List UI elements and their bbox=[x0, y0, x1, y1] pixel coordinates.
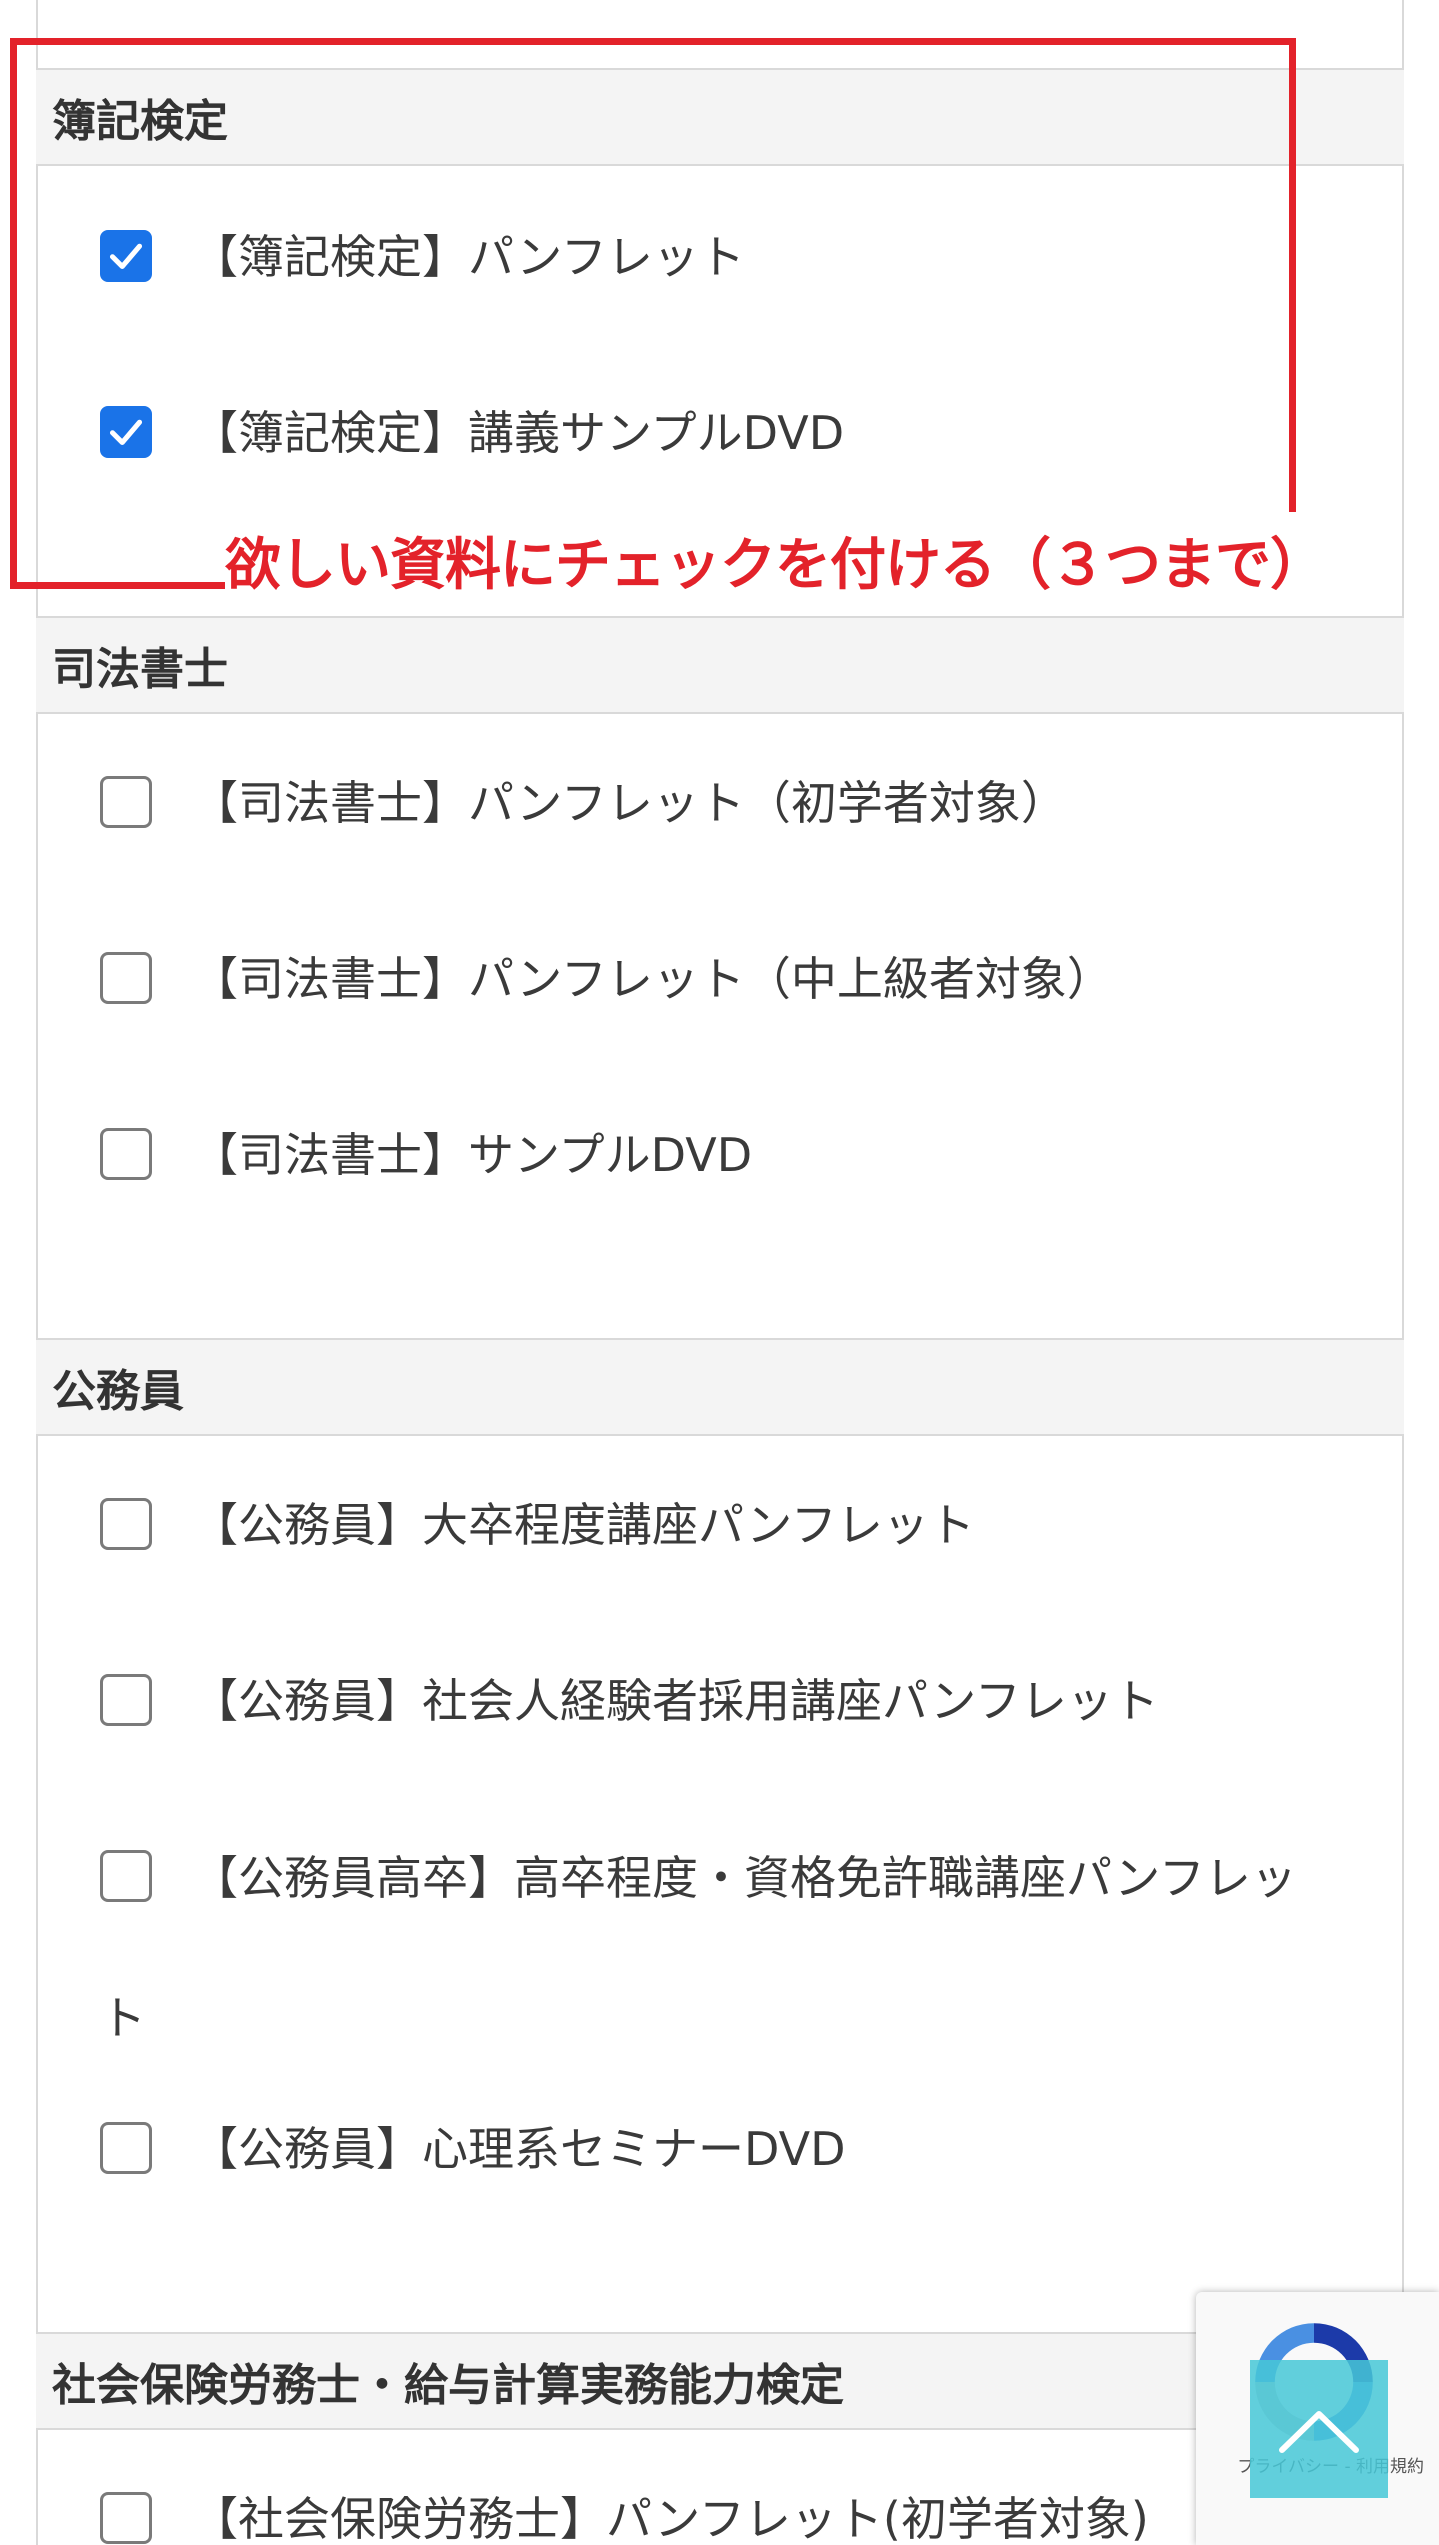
option-label: 【司法書士】サンプルDVD bbox=[192, 1128, 753, 1182]
section-title: 社会保険労務士・給与計算実務能力検定 bbox=[52, 2360, 844, 2411]
section-header-shiho: 司法書士 bbox=[36, 616, 1404, 714]
option-label: 【公務員】社会人経験者採用講座パンフレット bbox=[192, 1674, 1159, 1728]
option-label: 【公務員】大卒程度講座パンフレット bbox=[192, 1498, 975, 1552]
annotation-callout: 欲しい資料にチェックを付ける（３つまで） bbox=[225, 533, 1326, 598]
chevron-up-icon bbox=[1279, 2411, 1359, 2453]
checkbox-boki-dvd[interactable] bbox=[100, 406, 152, 458]
checkbox-komuin-experienced[interactable] bbox=[100, 1674, 152, 1726]
option-label: 【公務員】心理系セミナーDVD bbox=[192, 2122, 846, 2176]
option-label: 【社会保険労務士】パンフレット(初学者対象) bbox=[192, 2492, 1149, 2545]
section-header-komuin: 公務員 bbox=[36, 1338, 1404, 1436]
checkbox-shiho-dvd[interactable] bbox=[100, 1128, 152, 1180]
checkbox-komuin-university[interactable] bbox=[100, 1498, 152, 1550]
section-title: 簿記検定 bbox=[52, 96, 228, 147]
page: 簿記検定 【簿記検定】パンフレット 【簿記検定】講義サンプルDVD 欲しい資料に… bbox=[0, 0, 1439, 2545]
option-label: 【簿記検定】パンフレット bbox=[192, 230, 745, 284]
section-title: 公務員 bbox=[52, 1366, 184, 1417]
option-label: 【司法書士】パンフレット（初学者対象） bbox=[192, 776, 1067, 830]
checkbox-komuin-psych-dvd[interactable] bbox=[100, 2122, 152, 2174]
checkbox-shiho-beginner[interactable] bbox=[100, 776, 152, 828]
checkbox-sharoshi-beginner[interactable] bbox=[100, 2492, 152, 2544]
checkbox-boki-pamphlet[interactable] bbox=[100, 230, 152, 282]
option-label: 【簿記検定】講義サンプルDVD bbox=[192, 406, 845, 460]
back-to-top-button[interactable] bbox=[1250, 2360, 1388, 2498]
annotation-frame-right bbox=[1289, 38, 1296, 515]
option-label: 【公務員高卒】高卒程度・資格免許職講座パンフレット bbox=[100, 1851, 1297, 2045]
section-title: 司法書士 bbox=[52, 644, 228, 695]
annotation-frame-bottom bbox=[10, 582, 225, 589]
checkmark-icon bbox=[109, 419, 143, 446]
option-label: 【司法書士】パンフレット（中上級者対象） bbox=[192, 952, 1113, 1006]
section-header-boki: 簿記検定 bbox=[36, 68, 1404, 166]
checkmark-icon bbox=[109, 243, 143, 270]
checkbox-shiho-advanced[interactable] bbox=[100, 952, 152, 1004]
